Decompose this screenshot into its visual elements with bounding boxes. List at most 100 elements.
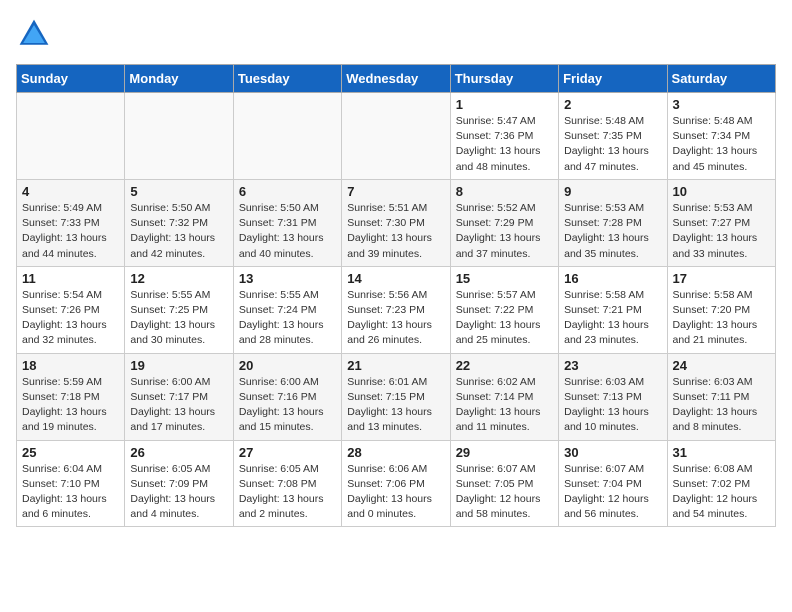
day-info: Sunrise: 6:08 AMSunset: 7:02 PMDaylight:… [673, 462, 770, 523]
calendar-week-row: 25 Sunrise: 6:04 AMSunset: 7:10 PMDayligh… [17, 440, 776, 527]
calendar-cell: 16Sunrise: 5:58 AMSunset: 7:21 PMDayligh… [559, 266, 667, 353]
day-info: Sunrise: 5:50 AMSunset: 7:31 PMDaylight:… [239, 201, 336, 262]
day-number: 3 [673, 97, 770, 112]
day-info: Sunrise: 5:52 AMSunset: 7:29 PMDaylight:… [456, 201, 553, 262]
day-info: Sunrise: 5:58 AMSunset: 7:20 PMDaylight:… [673, 288, 770, 349]
day-info: Sunrise: 6:04 AMSunset: 7:10 PMDaylight:… [22, 462, 119, 523]
calendar-cell: 21Sunrise: 6:01 AMSunset: 7:15 PMDayligh… [342, 353, 450, 440]
day-number: 14 [347, 271, 444, 286]
day-info: Sunrise: 5:55 AMSunset: 7:25 PMDaylight:… [130, 288, 227, 349]
calendar-cell: 30 Sunrise: 6:07 AMSunset: 7:04 PMDayligh… [559, 440, 667, 527]
day-info: Sunrise: 6:06 AMSunset: 7:06 PMDaylight:… [347, 462, 444, 523]
calendar-cell: 5 Sunrise: 5:50 AMSunset: 7:32 PMDaylight… [125, 179, 233, 266]
day-number: 26 [130, 445, 227, 460]
day-number: 31 [673, 445, 770, 460]
calendar-cell: 8 Sunrise: 5:52 AMSunset: 7:29 PMDaylight… [450, 179, 558, 266]
day-info: Sunrise: 6:03 AMSunset: 7:13 PMDaylight:… [564, 375, 661, 436]
calendar-cell: 11Sunrise: 5:54 AMSunset: 7:26 PMDayligh… [17, 266, 125, 353]
day-info: Sunrise: 5:53 AMSunset: 7:28 PMDaylight:… [564, 201, 661, 262]
weekday-header: Friday [559, 65, 667, 93]
day-info: Sunrise: 6:05 AMSunset: 7:08 PMDaylight:… [239, 462, 336, 523]
day-number: 7 [347, 184, 444, 199]
day-info: Sunrise: 6:00 AMSunset: 7:17 PMDaylight:… [130, 375, 227, 436]
day-number: 16 [564, 271, 661, 286]
day-number: 25 [22, 445, 119, 460]
weekday-header: Sunday [17, 65, 125, 93]
page-header [16, 16, 776, 52]
day-info: Sunrise: 5:50 AMSunset: 7:32 PMDaylight:… [130, 201, 227, 262]
day-number: 29 [456, 445, 553, 460]
calendar-cell: 4Sunrise: 5:49 AMSunset: 7:33 PMDaylight… [17, 179, 125, 266]
calendar-cell: 27 Sunrise: 6:05 AMSunset: 7:08 PMDayligh… [233, 440, 341, 527]
day-info: Sunrise: 5:55 AMSunset: 7:24 PMDaylight:… [239, 288, 336, 349]
day-info: Sunrise: 6:05 AMSunset: 7:09 PMDaylight:… [130, 462, 227, 523]
day-number: 13 [239, 271, 336, 286]
calendar-cell: 24Sunrise: 6:03 AMSunset: 7:11 PMDayligh… [667, 353, 775, 440]
calendar-cell: 1 Sunrise: 5:47 AMSunset: 7:36 PMDaylight… [450, 93, 558, 180]
day-info: Sunrise: 5:56 AMSunset: 7:23 PMDaylight:… [347, 288, 444, 349]
day-number: 15 [456, 271, 553, 286]
day-number: 27 [239, 445, 336, 460]
day-number: 17 [673, 271, 770, 286]
calendar-cell [233, 93, 341, 180]
weekday-header: Monday [125, 65, 233, 93]
day-number: 20 [239, 358, 336, 373]
calendar-cell: 15Sunrise: 5:57 AMSunset: 7:22 PMDayligh… [450, 266, 558, 353]
calendar-cell: 23 Sunrise: 6:03 AMSunset: 7:13 PMDayligh… [559, 353, 667, 440]
calendar-cell: 31 Sunrise: 6:08 AMSunset: 7:02 PMDayligh… [667, 440, 775, 527]
calendar-cell: 25 Sunrise: 6:04 AMSunset: 7:10 PMDayligh… [17, 440, 125, 527]
calendar-cell: 20 Sunrise: 6:00 AMSunset: 7:16 PMDayligh… [233, 353, 341, 440]
calendar-cell: 3 Sunrise: 5:48 AMSunset: 7:34 PMDaylight… [667, 93, 775, 180]
day-number: 23 [564, 358, 661, 373]
calendar-cell [342, 93, 450, 180]
day-number: 21 [347, 358, 444, 373]
day-number: 24 [673, 358, 770, 373]
calendar-cell: 18 Sunrise: 5:59 AMSunset: 7:18 PMDayligh… [17, 353, 125, 440]
day-info: Sunrise: 5:47 AMSunset: 7:36 PMDaylight:… [456, 114, 553, 175]
day-number: 8 [456, 184, 553, 199]
day-number: 2 [564, 97, 661, 112]
calendar-cell: 17 Sunrise: 5:58 AMSunset: 7:20 PMDayligh… [667, 266, 775, 353]
weekday-header: Wednesday [342, 65, 450, 93]
weekday-header: Tuesday [233, 65, 341, 93]
calendar-header-row: SundayMondayTuesdayWednesdayThursdayFrid… [17, 65, 776, 93]
weekday-header: Thursday [450, 65, 558, 93]
day-number: 6 [239, 184, 336, 199]
day-info: Sunrise: 5:51 AMSunset: 7:30 PMDaylight:… [347, 201, 444, 262]
calendar-cell: 13 Sunrise: 5:55 AMSunset: 7:24 PMDayligh… [233, 266, 341, 353]
day-number: 18 [22, 358, 119, 373]
day-info: Sunrise: 5:48 AMSunset: 7:35 PMDaylight:… [564, 114, 661, 175]
weekday-header: Saturday [667, 65, 775, 93]
calendar-week-row: 18 Sunrise: 5:59 AMSunset: 7:18 PMDayligh… [17, 353, 776, 440]
calendar-cell: 28 Sunrise: 6:06 AMSunset: 7:06 PMDayligh… [342, 440, 450, 527]
day-info: Sunrise: 5:59 AMSunset: 7:18 PMDaylight:… [22, 375, 119, 436]
calendar-week-row: 4Sunrise: 5:49 AMSunset: 7:33 PMDaylight… [17, 179, 776, 266]
logo [16, 16, 58, 52]
calendar-cell: 10Sunrise: 5:53 AMSunset: 7:27 PMDayligh… [667, 179, 775, 266]
day-number: 30 [564, 445, 661, 460]
logo-icon [16, 16, 52, 52]
day-info: Sunrise: 5:48 AMSunset: 7:34 PMDaylight:… [673, 114, 770, 175]
day-number: 1 [456, 97, 553, 112]
day-info: Sunrise: 6:07 AMSunset: 7:05 PMDaylight:… [456, 462, 553, 523]
calendar-cell [17, 93, 125, 180]
day-number: 5 [130, 184, 227, 199]
day-number: 28 [347, 445, 444, 460]
calendar-cell: 2 Sunrise: 5:48 AMSunset: 7:35 PMDaylight… [559, 93, 667, 180]
day-number: 22 [456, 358, 553, 373]
calendar-cell: 29 Sunrise: 6:07 AMSunset: 7:05 PMDayligh… [450, 440, 558, 527]
calendar-cell [125, 93, 233, 180]
calendar-week-row: 1 Sunrise: 5:47 AMSunset: 7:36 PMDaylight… [17, 93, 776, 180]
day-number: 10 [673, 184, 770, 199]
calendar-cell: 9 Sunrise: 5:53 AMSunset: 7:28 PMDaylight… [559, 179, 667, 266]
day-number: 11 [22, 271, 119, 286]
calendar-table: SundayMondayTuesdayWednesdayThursdayFrid… [16, 64, 776, 527]
calendar-cell: 19Sunrise: 6:00 AMSunset: 7:17 PMDayligh… [125, 353, 233, 440]
day-number: 12 [130, 271, 227, 286]
calendar-cell: 14 Sunrise: 5:56 AMSunset: 7:23 PMDayligh… [342, 266, 450, 353]
day-info: Sunrise: 6:00 AMSunset: 7:16 PMDaylight:… [239, 375, 336, 436]
day-number: 9 [564, 184, 661, 199]
calendar-cell: 26 Sunrise: 6:05 AMSunset: 7:09 PMDayligh… [125, 440, 233, 527]
calendar-cell: 12 Sunrise: 5:55 AMSunset: 7:25 PMDayligh… [125, 266, 233, 353]
day-info: Sunrise: 6:07 AMSunset: 7:04 PMDaylight:… [564, 462, 661, 523]
